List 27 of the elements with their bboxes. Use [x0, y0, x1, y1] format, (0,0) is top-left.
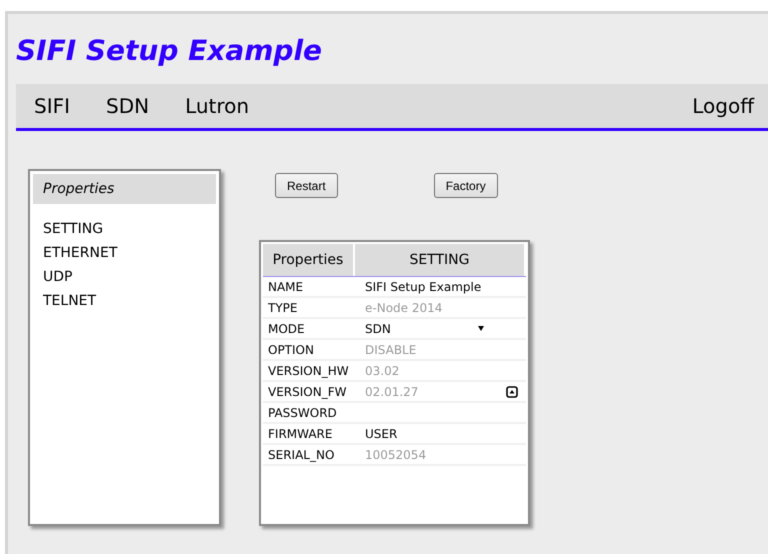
caret-icon[interactable]: [478, 326, 484, 331]
property-name: FIRMWARE: [263, 424, 357, 445]
page-title: SIFI Setup Example: [16, 33, 324, 69]
factory-button[interactable]: Factory: [434, 173, 498, 198]
column-header: Properties: [263, 244, 355, 276]
sidebar-item[interactable]: UDP: [43, 269, 206, 285]
property-name: NAME: [263, 277, 357, 298]
property-name: VERSION_FW: [263, 382, 357, 403]
sidebar-item[interactable]: TELNET: [43, 293, 206, 309]
nav-link[interactable]: SDN: [106, 94, 150, 118]
column-header: SETTING: [354, 244, 526, 276]
property-name: VERSION_HW: [263, 361, 357, 382]
property-name: OPTION: [263, 340, 357, 361]
property-name: MODE: [263, 319, 357, 340]
sidebar-item[interactable]: SETTING: [43, 221, 206, 237]
property-name: SERIAL_NO: [263, 445, 357, 466]
nav-link[interactable]: Lutron: [185, 94, 250, 118]
nav-link[interactable]: SIFI: [34, 94, 70, 118]
property-name: PASSWORD: [263, 403, 357, 424]
property-value-field[interactable]: SIFI Setup Example: [357, 277, 526, 298]
panel-heading: Properties: [33, 174, 216, 204]
logoff-link[interactable]: Logoff: [692, 94, 754, 118]
restart-button[interactable]: Restart: [275, 173, 338, 198]
property-value-field[interactable]: SDN: [357, 319, 526, 340]
property-name: TYPE: [263, 298, 357, 319]
sidebar-item[interactable]: ETHERNET: [43, 245, 206, 261]
property-value-field[interactable]: USER: [357, 424, 526, 445]
